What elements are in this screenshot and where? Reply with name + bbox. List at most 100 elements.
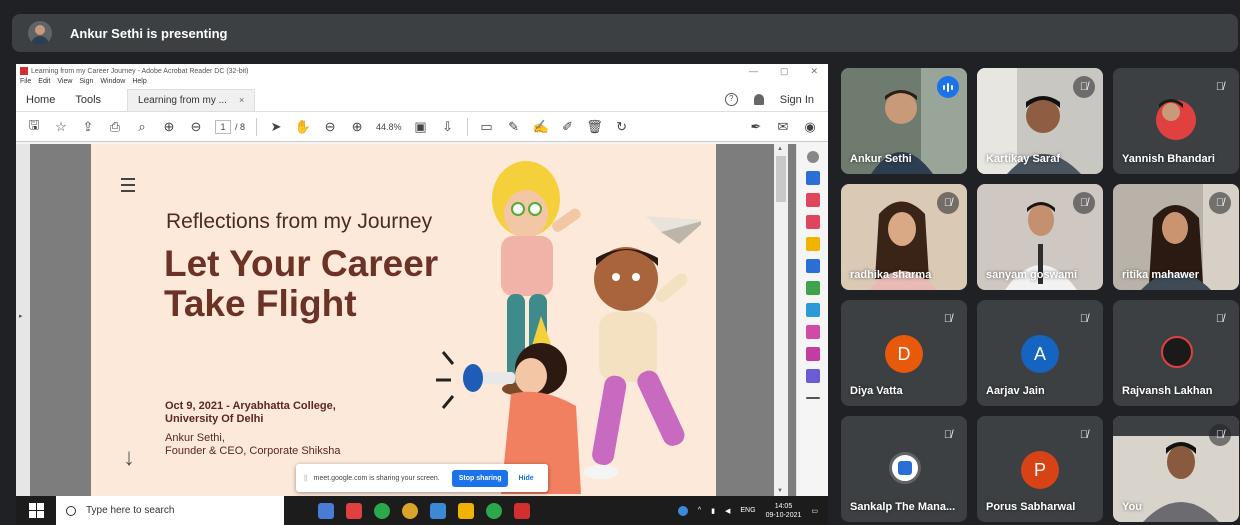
restore-icon[interactable]: ▢ [780, 66, 789, 77]
sign-icon[interactable]: ✒ [748, 119, 764, 135]
undo-icon[interactable]: ↻ [614, 119, 630, 135]
volume-icon[interactable]: ◀ [725, 507, 730, 515]
chrome-icon[interactable] [402, 502, 418, 519]
folder-icon[interactable] [458, 502, 474, 519]
page-total: / 8 [235, 121, 246, 132]
delete-icon[interactable]: 🗑 [586, 119, 603, 135]
participant-name: sanyam goswami [986, 269, 1078, 281]
weather-icon[interactable] [677, 505, 688, 516]
protect-icon[interactable] [805, 325, 820, 339]
tab-document[interactable]: Learning from my ... × [127, 88, 256, 111]
highlight-icon[interactable]: ✎ [506, 119, 522, 135]
account-icon[interactable]: ◉ [802, 119, 818, 135]
drag-handle-icon[interactable]: || [304, 475, 308, 482]
zoom-out-icon[interactable]: ⊖ [322, 119, 338, 135]
participant-tile-self[interactable]: 🎙̸ You [1113, 416, 1239, 522]
mic-off-icon: 🎙̸ [1209, 424, 1231, 446]
tab-home[interactable]: Home [26, 94, 55, 106]
upload-icon[interactable]: ⇪ [80, 119, 96, 135]
zoom-search-icon[interactable]: ⌕ [134, 119, 150, 135]
email-icon[interactable]: ✉ [775, 119, 791, 135]
pointer-icon[interactable]: ➤ [268, 119, 284, 135]
compress-pdf-icon[interactable] [805, 303, 820, 317]
app-icon[interactable] [346, 502, 362, 519]
taskbar-search[interactable]: Type here to search [56, 496, 284, 525]
document-viewport[interactable]: ▸ Reflections from my Journey Let Your C… [16, 144, 796, 496]
star-icon[interactable]: ☆ [53, 119, 69, 135]
create-pdf-icon[interactable] [805, 215, 820, 229]
participant-tile[interactable]: 🎙̸ Kartikay Saraf [977, 68, 1103, 174]
scrollbar-thumb[interactable] [776, 156, 786, 202]
participant-tile[interactable]: 🎙̸ ritika mahawer [1113, 184, 1239, 290]
acrobat-logo-icon [20, 67, 28, 75]
windows-start-icon[interactable] [26, 501, 46, 521]
draw-icon[interactable]: ✍ [532, 119, 548, 135]
fit-page-icon[interactable]: ▣ [413, 119, 429, 135]
sign-in-button[interactable]: Sign In [780, 94, 814, 106]
save-icon[interactable]: 🖫 [26, 117, 42, 135]
network-icon[interactable]: ▮ [711, 507, 715, 515]
clock[interactable]: 14:05 09-10-2021 [766, 502, 802, 520]
mic-off-icon: 🎙̸ [937, 192, 959, 214]
scroll-mode-icon[interactable]: ⇩ [440, 119, 456, 135]
menu-window[interactable]: Window [100, 78, 125, 88]
zoom-level[interactable]: 44.8% [376, 122, 402, 132]
stamp-icon[interactable]: ✐ [560, 119, 576, 135]
page-down-icon[interactable]: ⊖ [188, 119, 204, 135]
scroll-down-icon[interactable]: ▼ [777, 488, 783, 494]
tab-close-icon[interactable]: × [239, 95, 244, 105]
language-indicator[interactable]: ENG [740, 507, 755, 514]
mic-off-icon: 🎙̸ [1215, 81, 1225, 93]
print-icon[interactable]: ⎙ [107, 119, 123, 135]
participant-tile[interactable]: 🎙̸ Yannish Bhandari [1113, 68, 1239, 174]
menu-view[interactable]: View [57, 78, 72, 88]
close-icon[interactable]: ✕ [810, 66, 818, 77]
zoom-tool-icon[interactable] [806, 151, 819, 163]
participant-tile[interactable]: Ankur Sethi [841, 68, 967, 174]
hide-button[interactable]: Hide [518, 475, 533, 482]
menu-edit[interactable]: Edit [38, 78, 50, 88]
expand-left-icon[interactable]: ▸ [19, 312, 23, 320]
chevron-up-icon[interactable]: ^ [698, 507, 701, 514]
fill-sign-icon[interactable] [805, 347, 820, 361]
more-tools-icon[interactable] [805, 369, 820, 383]
teams-icon[interactable] [430, 502, 446, 519]
stop-sharing-button[interactable]: Stop sharing [451, 469, 509, 487]
menu-sign[interactable]: Sign [79, 78, 93, 88]
combine-files-icon[interactable] [805, 259, 820, 273]
comment-icon[interactable]: ▭ [479, 119, 495, 135]
collapse-panel-icon[interactable] [805, 397, 820, 399]
chrome-icon[interactable] [486, 502, 502, 519]
export-pdf-icon[interactable] [805, 171, 820, 185]
hand-icon[interactable]: ✋ [295, 119, 311, 135]
organize-pages-icon[interactable] [805, 281, 820, 295]
participant-tile[interactable]: 🎙̸ radhika sharma [841, 184, 967, 290]
edit-pdf-icon[interactable] [805, 193, 820, 207]
participant-tile[interactable]: 🎙̸ Sankalp The Mana... [841, 416, 967, 522]
participant-tile[interactable]: A 🎙̸ Aarjav Jain [977, 300, 1103, 406]
participant-tile[interactable]: D 🎙̸ Diya Vatta [841, 300, 967, 406]
help-icon[interactable]: ? [724, 93, 738, 106]
comment-tool-icon[interactable] [805, 237, 820, 251]
minimize-icon[interactable]: — [749, 66, 758, 77]
left-panel-toggle[interactable]: ▸ [16, 144, 30, 496]
vertical-scrollbar[interactable]: ▲ ▼ [774, 144, 788, 496]
tab-tools[interactable]: Tools [75, 94, 101, 106]
menu-help[interactable]: Help [132, 78, 146, 88]
mic-off-icon: 🎙̸ [1079, 313, 1089, 325]
mic-off-icon: 🎙̸ [1079, 429, 1089, 441]
menu-file[interactable]: File [20, 78, 31, 88]
acrobat-icon[interactable] [514, 502, 530, 519]
toolbar-divider [256, 117, 258, 136]
page-number-input[interactable]: 1 [215, 119, 231, 134]
participant-tile[interactable]: 🎙̸ Rajvansh Lakhan [1113, 300, 1239, 406]
bell-icon[interactable] [753, 94, 764, 105]
zoom-in-icon[interactable]: ⊕ [349, 119, 365, 135]
notifications-icon[interactable]: ▭ [811, 507, 818, 515]
scroll-up-icon[interactable]: ▲ [777, 146, 783, 152]
file-explorer-icon[interactable] [318, 502, 334, 519]
page-up-icon[interactable]: ⊕ [161, 119, 177, 135]
chrome-icon[interactable] [374, 502, 390, 519]
participant-tile[interactable]: 🎙̸ sanyam goswami [977, 184, 1103, 290]
participant-tile[interactable]: P 🎙̸ Porus Sabharwal [977, 416, 1103, 522]
